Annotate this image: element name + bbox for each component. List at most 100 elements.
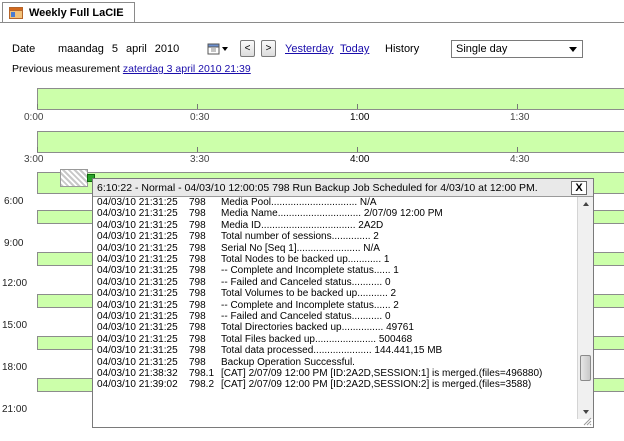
previous-measurement: Previous measurement zaterdag 3 april 20… <box>12 63 251 75</box>
close-button[interactable]: X <box>571 181 587 195</box>
next-day-button[interactable]: > <box>261 40 276 57</box>
history-select[interactable]: Single day <box>451 40 583 58</box>
tick <box>517 147 518 152</box>
history-select-value: Single day <box>456 43 508 55</box>
log-line[interactable]: 04/03/10 21:31:25 798 -- Complete and Inco… <box>97 299 399 312</box>
log-job-id: 798 <box>189 299 206 311</box>
log-line[interactable]: 04/03/10 21:31:25 798 Total Volumes to be … <box>97 289 396 300</box>
log-line[interactable]: 04/03/10 21:31:25 798 Total Nodes to be ba… <box>97 254 390 266</box>
log-message: Total Directories backed up.............… <box>221 322 414 334</box>
time-label: 1:30 <box>510 112 530 123</box>
time-label: 18:00 <box>2 362 28 373</box>
log-job-id: 798 <box>189 345 206 357</box>
window-icon <box>9 6 23 19</box>
log-line[interactable]: 04/03/10 21:31:25 798 Media ID............… <box>97 219 384 232</box>
log-job-id: 798 <box>189 288 206 300</box>
log-job-id: 798 <box>189 254 206 265</box>
log-message: [CAT] 2/07/09 12:00 PM [ID:2A2D,SESSION:… <box>221 379 532 391</box>
timeline-bar-0[interactable] <box>37 88 624 110</box>
date-dayname[interactable]: maandag <box>58 40 104 58</box>
log-job-id: 798 <box>189 219 206 231</box>
log-scrollbar[interactable] <box>577 197 593 419</box>
log-job-id: 798 <box>189 276 206 288</box>
log-message: Total Nodes to be backed up............ … <box>221 254 390 265</box>
log-line[interactable]: 04/03/10 21:31:25 798 Serial No [Seq 1]...… <box>97 242 380 255</box>
log-timestamp: 04/03/10 21:31:25 <box>97 333 178 345</box>
log-line[interactable]: 04/03/10 21:31:25 798 -- Failed and Cancel… <box>97 311 391 323</box>
log-message: Total Volumes to be backed up...........… <box>221 288 397 300</box>
history-label: History <box>385 43 420 55</box>
log-job-id: 798 <box>189 311 206 322</box>
log-line[interactable]: 04/03/10 21:31:25 798 Media Name..........… <box>97 209 443 220</box>
measurement-marker[interactable] <box>60 169 88 187</box>
log-popup-title: 6:10:22 - Normal - 04/03/10 12:00:05 798… <box>93 179 593 197</box>
log-job-id: 798 <box>189 208 206 220</box>
time-label: 4:30 <box>510 154 530 165</box>
time-label: 1:00 <box>350 112 370 123</box>
log-timestamp: 04/03/10 21:31:25 <box>97 276 178 288</box>
log-message: -- Complete and Incomplete status...... … <box>221 299 399 311</box>
log-timestamp: 04/03/10 21:31:25 <box>97 265 178 277</box>
log-list[interactable]: 04/03/10 21:31:25 798 Media Pool..........… <box>93 197 577 419</box>
log-line[interactable]: 04/03/10 21:38:32 798.1 [CAT] 2/07/09 12:0… <box>97 368 543 380</box>
log-line[interactable]: 04/03/10 21:39:02 798.2 [CAT] 2/07/09 12:0… <box>97 380 531 391</box>
log-timestamp: 04/03/10 21:31:25 <box>97 288 178 300</box>
log-message: -- Failed and Canceled status...........… <box>221 276 391 288</box>
previous-measurement-link[interactable]: zaterdag 3 april 2010 21:39 <box>123 63 251 75</box>
tab-weekly-full-lacie[interactable]: Weekly Full LaCIE <box>2 2 135 22</box>
log-timestamp: 04/03/10 21:38:32 <box>97 368 178 379</box>
date-day[interactable]: 5 <box>112 40 118 58</box>
log-message: -- Complete and Incomplete status...... … <box>221 265 399 277</box>
log-timestamp: 04/03/10 21:31:25 <box>97 322 178 334</box>
log-line[interactable]: 04/03/10 21:31:25 798 Total data processed… <box>97 346 442 357</box>
log-job-id: 798 <box>189 242 206 254</box>
log-message: Total Files backed up...................… <box>221 333 413 345</box>
scroll-up-icon[interactable] <box>579 199 593 209</box>
log-line[interactable]: 04/03/10 21:31:25 798 Backup Operation Suc… <box>97 356 355 369</box>
calendar-dropdown-button[interactable] <box>207 42 229 56</box>
timeline-bar-1[interactable] <box>37 131 624 153</box>
time-label: 15:00 <box>2 320 28 331</box>
log-message: [CAT] 2/07/09 12:00 PM [ID:2A2D,SESSION:… <box>221 368 543 379</box>
date-year[interactable]: 2010 <box>155 40 179 58</box>
log-line[interactable]: 04/03/10 21:31:25 798 Media Pool..........… <box>97 197 377 209</box>
date-month[interactable]: april <box>126 40 147 58</box>
log-line[interactable]: 04/03/10 21:31:25 798 -- Failed and Cancel… <box>97 276 391 289</box>
log-timestamp: 04/03/10 21:31:25 <box>97 356 178 368</box>
resize-grip-icon[interactable] <box>582 416 592 426</box>
chevron-down-icon <box>569 47 577 52</box>
tab-label: Weekly Full LaCIE <box>29 6 124 19</box>
log-message: Serial No [Seq 1].......................… <box>221 242 380 254</box>
log-message: Total number of sessions.............. 2 <box>221 231 379 243</box>
log-timestamp: 04/03/10 21:31:25 <box>97 197 178 208</box>
time-label: 9:00 <box>4 238 24 249</box>
log-message: -- Failed and Canceled status...........… <box>221 311 391 322</box>
tick <box>197 104 198 109</box>
log-message: Media ID................................… <box>221 219 384 231</box>
log-message: Total data processed....................… <box>221 345 443 357</box>
time-label: 12:00 <box>2 278 28 289</box>
log-line[interactable]: 04/03/10 21:31:25 798 Total number of sess… <box>97 232 379 243</box>
scrollbar-thumb[interactable] <box>580 355 591 381</box>
log-job-id: 798 <box>189 265 206 277</box>
log-line[interactable]: 04/03/10 21:31:25 798 Total Directories ba… <box>97 323 414 334</box>
log-line[interactable]: 04/03/10 21:31:25 798 Total Files backed u… <box>97 333 413 346</box>
log-timestamp: 04/03/10 21:31:25 <box>97 208 178 220</box>
yesterday-link[interactable]: Yesterday <box>285 40 334 58</box>
date-picker[interactable]: maandag 5 april 2010 <box>58 40 179 58</box>
date-label: Date <box>12 43 36 55</box>
log-popup[interactable]: 6:10:22 - Normal - 04/03/10 12:00:05 798… <box>92 178 594 428</box>
log-timestamp: 04/03/10 21:31:25 <box>97 345 178 357</box>
tick <box>197 147 198 152</box>
log-line[interactable]: 04/03/10 21:31:25 798 -- Complete and Inco… <box>97 266 399 277</box>
log-job-id: 798 <box>189 322 206 334</box>
today-link[interactable]: Today <box>340 40 369 58</box>
log-timestamp: 04/03/10 21:31:25 <box>97 219 178 231</box>
log-job-id: 798 <box>189 231 206 243</box>
log-job-id: 798 <box>189 356 206 368</box>
previous-measurement-label: Previous measurement <box>12 63 120 75</box>
log-job-id: 798 <box>189 333 206 345</box>
previous-day-button[interactable]: < <box>240 40 255 57</box>
log-message: Backup Operation Successful. <box>221 356 355 368</box>
log-job-id: 798 <box>189 197 206 208</box>
